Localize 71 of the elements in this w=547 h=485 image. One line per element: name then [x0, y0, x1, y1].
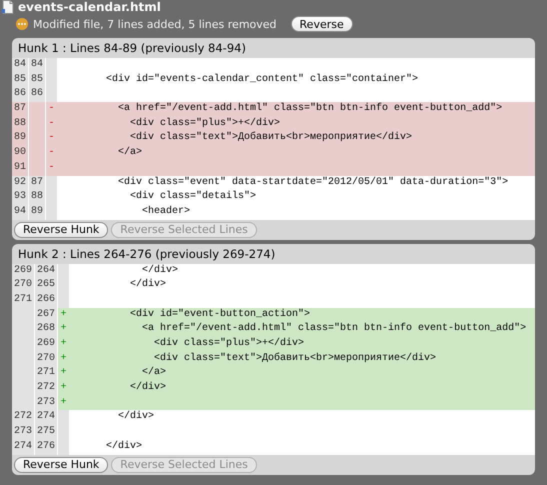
code-line: <div class="text">Добавить<br>мероприятие</div> — [153, 352, 436, 366]
line-number: 88 — [29, 190, 46, 205]
gutter-cell — [58, 410, 69, 426]
line-number: 268 — [35, 322, 58, 337]
hunk-title: Hunk 2 : Lines 264-276 (previously 269-274) — [17, 246, 276, 263]
line-number: 89 — [12, 131, 29, 146]
line-number: 264 — [35, 264, 58, 278]
line-number: 267 — [35, 308, 58, 322]
code-line: </div> — [141, 264, 178, 278]
code-line: </a> — [117, 146, 142, 160]
code-line: </div> — [129, 381, 166, 396]
line-number: 276 — [35, 440, 58, 454]
code-line: <div class="event" data-startdate="2012/05/01" data-duration="3"> — [117, 176, 508, 190]
line-number: 272 — [12, 410, 35, 426]
gutter-cell — [46, 176, 57, 190]
line-number: 86 — [29, 87, 46, 102]
line-number: 92 — [12, 176, 29, 190]
line-number: 275 — [35, 425, 58, 440]
gutter-cell — [46, 204, 57, 220]
line-number: 273 — [12, 425, 35, 440]
gutter-cell — [46, 58, 57, 73]
code-line: <div id="events-calendar_content" class="container"> — [105, 72, 418, 87]
code-line: <a href="/event-add.html" class="btn btn-info event-button_add"> — [117, 102, 502, 116]
line-number: 88 — [12, 116, 29, 132]
gutter-cell — [58, 440, 69, 454]
code-line: <div class="plus">+</div> — [129, 116, 280, 131]
line-number: 274 — [35, 410, 58, 426]
gutter-cell — [58, 264, 69, 278]
line-number: 85 — [29, 72, 46, 88]
code-line: <a href="/event-add.html" class="btn btn-info event-button_add"> — [141, 322, 526, 336]
code-line: </div> — [105, 440, 142, 454]
line-number: 84 — [29, 58, 46, 73]
code-line: <div id="event-button_action"> — [129, 308, 310, 322]
line-number: 272 — [35, 381, 58, 396]
code-line: </div> — [117, 410, 154, 424]
code-line: </a> — [141, 366, 166, 380]
line-number: 269 — [35, 337, 58, 352]
gutter-cell — [58, 292, 69, 308]
line-number: 91 — [12, 160, 29, 176]
line-number: 271 — [35, 366, 58, 382]
line-number: 269 — [12, 264, 35, 278]
line-number: 271 — [12, 292, 35, 308]
reverse-button[interactable]: Reverse — [290, 16, 353, 32]
code-line: <div class="details"> — [129, 190, 256, 204]
line-number: 270 — [35, 352, 58, 366]
file-status: Modified file, 7 lines added, 5 lines removed — [33, 18, 277, 30]
line-number: 84 — [12, 58, 29, 73]
file-name: events-calendar.html — [18, 0, 161, 14]
line-number: 86 — [12, 87, 29, 102]
line-number: 87 — [29, 176, 46, 190]
line-number: 266 — [35, 292, 58, 308]
code-line: <div class="plus">+</div> — [153, 337, 304, 351]
document-icon — [2, 0, 14, 14]
reverse-button[interactable]: Reverse Hunk — [14, 456, 108, 472]
line-number: 265 — [35, 278, 58, 293]
line-number: 94 — [12, 204, 29, 220]
gutter-cell — [46, 87, 57, 102]
line-number: 93 — [12, 190, 29, 205]
line-number: 274 — [12, 440, 35, 454]
modified-icon — [16, 18, 28, 30]
hunk-title: Hunk 1 : Lines 84-89 (previously 84-94) — [17, 40, 247, 57]
line-number: 89 — [29, 204, 46, 220]
line-number: 85 — [12, 72, 29, 88]
line-number: 90 — [12, 146, 29, 161]
code-line: <header> — [141, 204, 190, 219]
reverse-button[interactable]: Reverse Hunk — [14, 222, 108, 238]
line-number: 270 — [12, 278, 35, 293]
line-number: 87 — [12, 102, 29, 117]
code-line: <div class="text">Добавить<br>мероприятие</div> — [129, 131, 412, 146]
code-line: </div> — [129, 278, 166, 292]
line-number: 273 — [35, 396, 58, 410]
